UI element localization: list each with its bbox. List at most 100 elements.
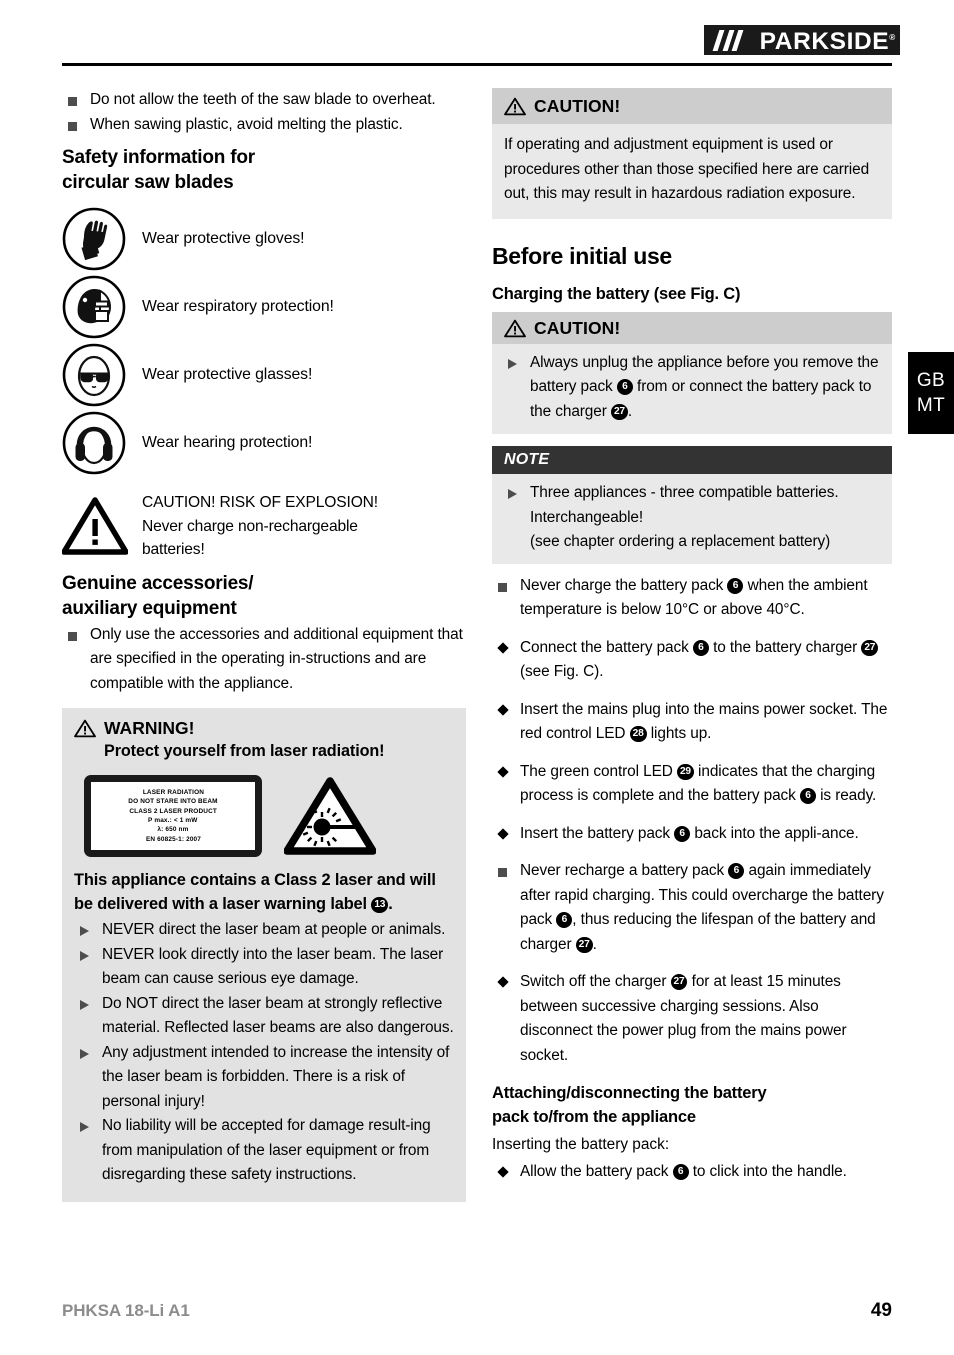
section-heading-attaching: Attaching/disconnecting the battery pack… bbox=[492, 1081, 892, 1129]
language-tab-mt: MT bbox=[916, 395, 946, 416]
laser-bullet-list: NEVER direct the laser beam at people or… bbox=[74, 918, 454, 1188]
list-item: Insert the battery pack 6 back into the … bbox=[492, 822, 892, 847]
caution-bullet-list: Always unplug the appliance before you r… bbox=[502, 351, 880, 425]
list-item: NEVER direct the laser beam at people or… bbox=[74, 918, 454, 943]
reference-number-27: 27 bbox=[610, 403, 628, 420]
list-item-text: Connect the battery pack 6 to the batter… bbox=[520, 638, 879, 680]
section-heading-charging: Charging the battery (see Fig. C) bbox=[492, 284, 741, 303]
parkside-logo: PARKSIDE® bbox=[704, 25, 900, 55]
pictogram-row-glasses: Wear protective glasses! bbox=[62, 341, 466, 409]
intro-bullet-list: Do not allow the teeth of the saw blade … bbox=[62, 88, 466, 137]
reference-number-6: 6 bbox=[728, 863, 745, 879]
laser-warning-header: WARNING! bbox=[74, 718, 454, 739]
caution-box-header: CAUTION! bbox=[492, 88, 892, 124]
list-item: Switch off the charger 27 for at least 1… bbox=[492, 970, 892, 1068]
manual-page: PARKSIDE® GB MT Do not allow the teeth o… bbox=[0, 0, 954, 1355]
laser-label-line-6: EN 60825-1: 2007 bbox=[145, 835, 201, 843]
list-item: Always unplug the appliance before you r… bbox=[502, 351, 880, 425]
warning-triangle-icon bbox=[62, 497, 128, 555]
list-item-text: Insert the battery pack 6 back into the … bbox=[520, 825, 859, 842]
list-item: Never recharge a battery pack 6 again im… bbox=[492, 859, 892, 957]
list-item: Any adjustment intended to increase the … bbox=[74, 1041, 454, 1115]
left-column: Do not allow the teeth of the saw blade … bbox=[62, 88, 466, 1202]
laser-label-line-3: CLASS 2 LASER PRODUCT bbox=[129, 807, 217, 815]
list-item-text: Three appliances - three compatible batt… bbox=[530, 484, 839, 550]
explosion-line-2: Never charge non-rechargeable bbox=[142, 517, 358, 535]
explosion-warning-text: CAUTION! RISK OF EXPLOSION! Never charge… bbox=[128, 485, 378, 562]
laser-warning-box: WARNING! Protect yourself from laser rad… bbox=[62, 708, 466, 1202]
list-item-text: Switch off the charger 27 for at least 1… bbox=[520, 973, 847, 1064]
list-item-text: Any adjustment intended to increase the … bbox=[102, 1043, 450, 1110]
text-part: . bbox=[627, 402, 633, 420]
warning-triangle-icon bbox=[504, 97, 526, 116]
caution-box-radiation: CAUTION! If operating and adjustment equ… bbox=[492, 88, 892, 219]
note-box-body: Three appliances - three compatible batt… bbox=[492, 474, 892, 564]
pictogram-label: Wear respiratory protection! bbox=[142, 298, 334, 315]
list-item-text: Do not allow the teeth of the saw blade … bbox=[90, 91, 436, 108]
list-item: No liability will be accepted for damage… bbox=[74, 1114, 454, 1188]
list-item: Insert the mains plug into the mains pow… bbox=[492, 698, 892, 747]
laser-label-line-2: DO NOT STARE INTO BEAM bbox=[128, 798, 218, 806]
list-item-text: No liability will be accepted for damage… bbox=[102, 1117, 431, 1183]
inserting-bullet-list: Allow the battery pack 6 to click into t… bbox=[492, 1160, 892, 1185]
reference-number-6: 6 bbox=[674, 825, 691, 842]
class2-laser-note: This appliance contains a Class 2 laser … bbox=[74, 871, 436, 913]
note-line-1: Three appliances - three compatible batt… bbox=[530, 484, 839, 501]
pictogram-row-hearing: Wear hearing protection! bbox=[62, 409, 466, 477]
header-rule bbox=[62, 63, 892, 66]
reference-number-27: 27 bbox=[670, 974, 688, 990]
heading-line-1: Attaching/disconnecting the battery bbox=[492, 1084, 767, 1102]
inserting-label: Inserting the battery pack: bbox=[492, 1136, 670, 1153]
list-item-text: Allow the battery pack 6 to click into t… bbox=[520, 1163, 847, 1180]
text-part: The green control LED bbox=[520, 762, 677, 780]
registered-mark: ® bbox=[889, 33, 896, 42]
reference-number-6: 6 bbox=[727, 577, 744, 594]
list-item: Only use the accessories and additional … bbox=[62, 623, 466, 697]
heading-line-1: Genuine accessories/ bbox=[62, 572, 254, 594]
reference-number-6: 6 bbox=[556, 912, 573, 928]
note-bullet-list: Three appliances - three compatible batt… bbox=[502, 481, 880, 555]
reference-number-27: 27 bbox=[861, 639, 879, 656]
warning-triangle-icon bbox=[74, 719, 96, 738]
list-item-text: NEVER direct the laser beam at people or… bbox=[102, 921, 446, 938]
model-name: PHKSA 18-Li A1 bbox=[62, 1301, 190, 1320]
list-item-text: When sawing plastic, avoid melting the p… bbox=[90, 115, 403, 133]
page-footer: PHKSA 18-Li A1 49 bbox=[62, 1300, 892, 1322]
warning-triangle-icon bbox=[504, 319, 526, 337]
text-part: is ready. bbox=[815, 787, 877, 804]
text-part: to the battery charger bbox=[708, 638, 862, 656]
hearing-protection-icon bbox=[62, 411, 126, 475]
reference-number-28: 28 bbox=[629, 726, 647, 742]
laser-imagery: LASER RADIATION DO NOT STARE INTO BEAM C… bbox=[84, 775, 454, 857]
pictogram-row-gloves: Wear protective gloves! bbox=[62, 205, 466, 273]
reference-number-29: 29 bbox=[676, 763, 694, 780]
caution-title: CAUTION! bbox=[534, 317, 621, 338]
list-item-text: Do NOT direct the laser beam at strongly… bbox=[102, 994, 454, 1037]
explosion-line-3: batteries! bbox=[142, 541, 205, 558]
laser-beam-hazard-icon bbox=[284, 777, 376, 855]
language-tab: GB MT bbox=[908, 352, 954, 434]
charging-instruction-list: Never charge the battery pack 6 when the… bbox=[492, 574, 892, 1069]
caution-box-body: If operating and adjustment equipment is… bbox=[492, 124, 892, 219]
list-item-text: Never recharge a battery pack 6 again im… bbox=[520, 862, 884, 953]
caution-box-charging: CAUTION! Always unplug the appliance bef… bbox=[492, 311, 892, 435]
heading-line-1: Safety information for bbox=[62, 147, 256, 168]
protective-glasses-icon bbox=[62, 343, 126, 407]
text-part: Never recharge a battery pack bbox=[520, 862, 729, 879]
list-item: Do NOT direct the laser beam at strongly… bbox=[74, 992, 454, 1041]
heading-line-2: auxiliary equipment bbox=[62, 597, 237, 619]
laser-warning-title: WARNING! bbox=[104, 718, 195, 738]
reference-number-6: 6 bbox=[692, 639, 709, 656]
pictogram-label: Wear hearing protection! bbox=[142, 434, 313, 451]
list-item: Never charge the battery pack 6 when the… bbox=[492, 574, 892, 623]
text-part: lights up. bbox=[646, 725, 712, 742]
list-item-text: NEVER look directly into the laser beam.… bbox=[102, 945, 444, 988]
note-box-header: NOTE bbox=[492, 446, 892, 474]
list-item: Three appliances - three compatible batt… bbox=[502, 481, 880, 555]
laser-label-line-4: P max.: < 1 mW bbox=[148, 817, 198, 824]
laser-label-line-5: λ: 650 nm bbox=[157, 826, 189, 834]
caution-box-body: Always unplug the appliance before you r… bbox=[492, 344, 892, 435]
pictogram-list: Wear protective gloves! Wear respiratory… bbox=[62, 205, 466, 477]
laser-label-inner: LASER RADIATION DO NOT STARE INTO BEAM C… bbox=[91, 782, 255, 850]
language-tab-gb: GB bbox=[916, 370, 946, 391]
